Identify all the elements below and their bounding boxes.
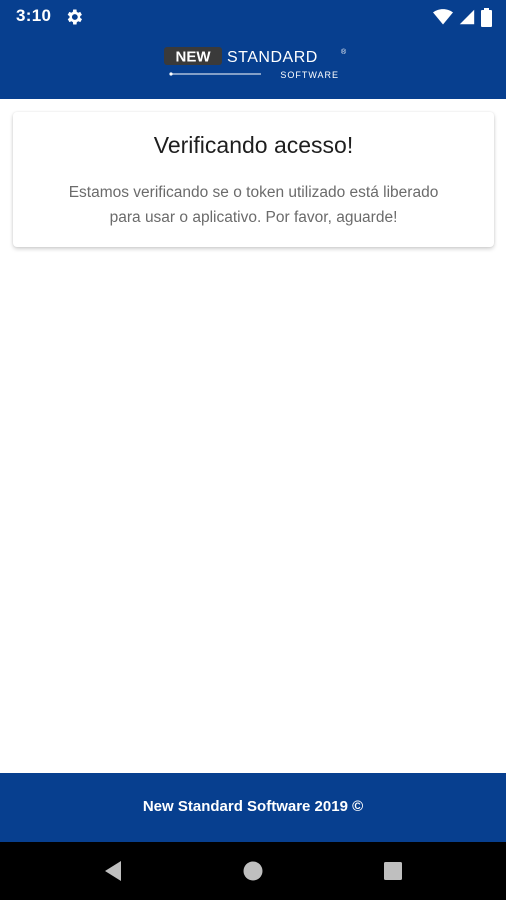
back-icon[interactable] xyxy=(101,859,125,883)
card-title: Verificando acesso! xyxy=(153,132,354,158)
card-message: Estamos verificando se o token utilizado… xyxy=(33,180,474,230)
footer-copyright: New Standard Software 2019 © xyxy=(142,798,364,815)
app-header: 3:10 NEW STANDARD ® SOFTWARE xyxy=(0,0,506,99)
logo-registered-mark: ® xyxy=(341,48,347,56)
recents-icon[interactable] xyxy=(381,859,405,883)
settings-gear-icon xyxy=(67,9,82,25)
cell-signal-icon xyxy=(459,9,475,25)
logo-subtitle: SOFTWARE xyxy=(280,70,339,80)
wifi-icon xyxy=(433,9,453,25)
status-time: 3:10 xyxy=(16,6,52,25)
app-footer: New Standard Software 2019 © xyxy=(0,773,506,842)
logo-word2: STANDARD xyxy=(227,49,318,66)
battery-icon xyxy=(481,7,492,27)
new-standard-logo: NEW STANDARD ® SOFTWARE xyxy=(164,47,347,80)
card-message-line2: para usar o aplicativo. Por favor, aguar… xyxy=(109,209,398,226)
status-bar: 3:10 xyxy=(0,0,506,34)
android-nav-bar xyxy=(0,842,506,900)
card-message-line1: Estamos verificando se o token utilizado… xyxy=(68,184,439,201)
verification-card: Verificando acesso! Estamos verificando … xyxy=(13,112,494,247)
status-icons xyxy=(433,7,492,27)
home-icon[interactable] xyxy=(241,859,265,883)
logo-word1: NEW xyxy=(176,49,212,66)
